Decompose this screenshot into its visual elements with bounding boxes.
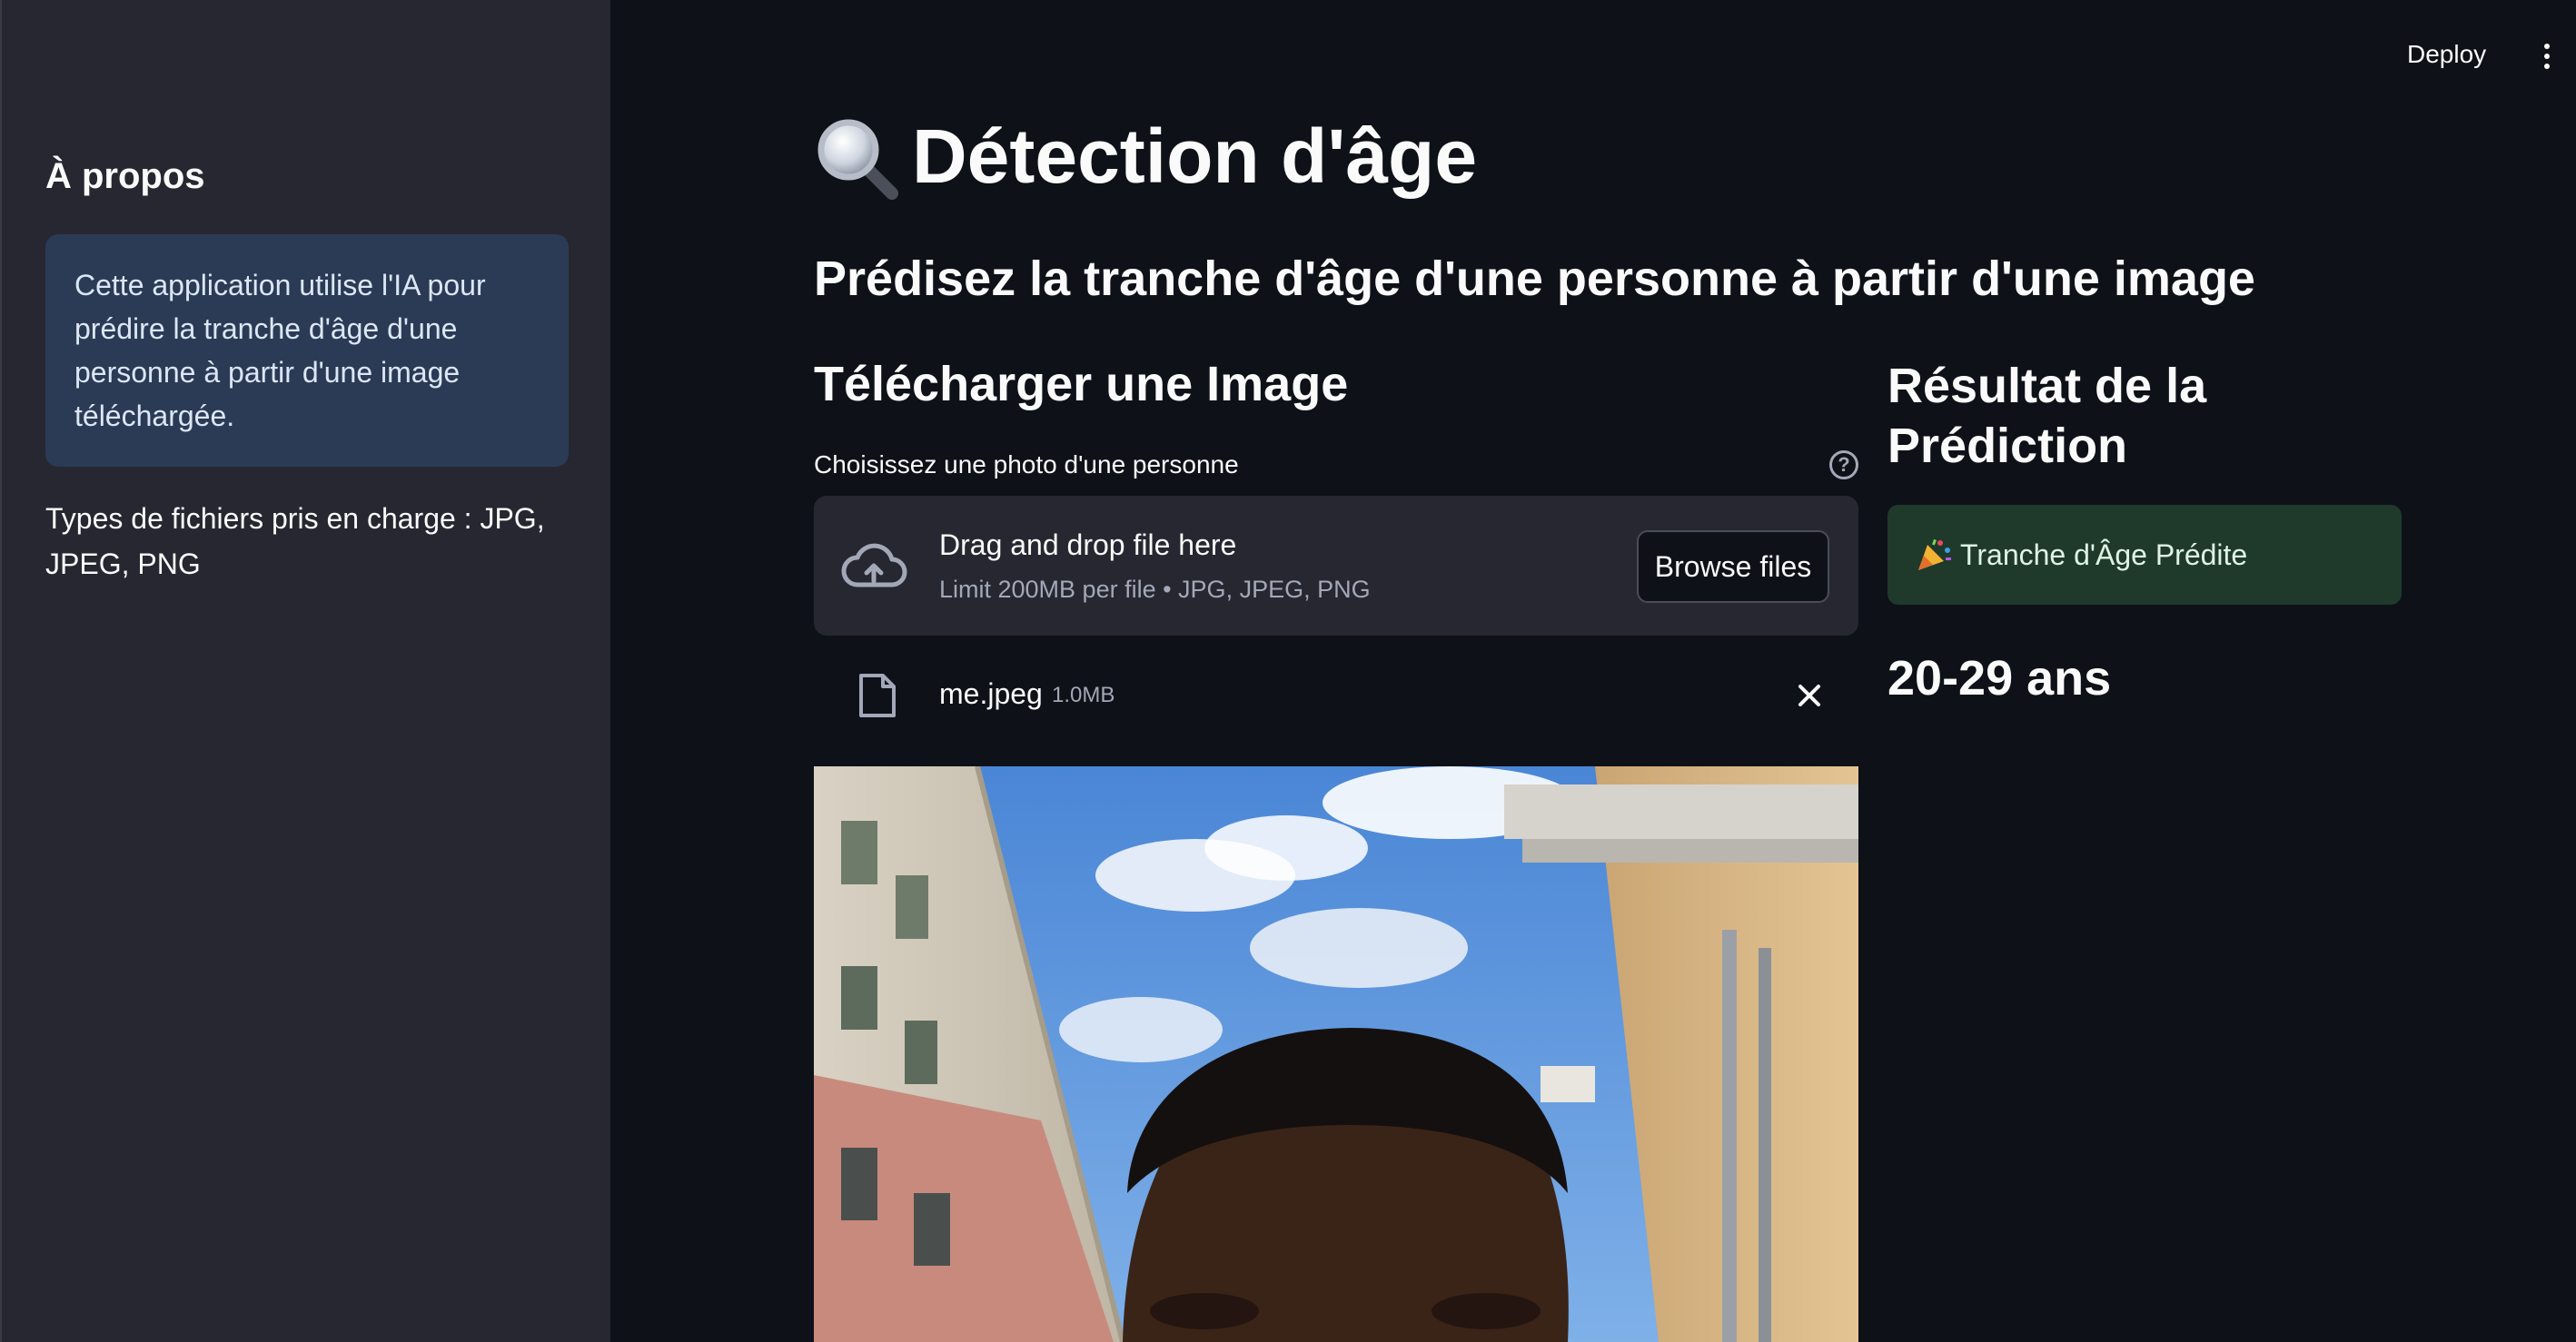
browse-files-button[interactable]: Browse files xyxy=(1637,530,1829,603)
app-window: À propos Cette application utilise l'IA … xyxy=(0,0,2576,1342)
prediction-success-box: Tranche d'Âge Prédite xyxy=(1887,505,2402,605)
page-title: Détection d'âge xyxy=(812,113,1477,201)
page-title-text: Détection d'âge xyxy=(912,113,1478,199)
result-heading: Résultat de la Prédiction xyxy=(1887,359,2207,473)
party-popper-icon xyxy=(1918,538,1951,570)
uploaded-photo xyxy=(814,766,1858,1342)
deploy-button[interactable]: Deploy xyxy=(2407,40,2486,69)
kebab-menu-icon[interactable] xyxy=(2534,38,2560,74)
supported-file-types: Types de fichiers pris en charge : JPG, … xyxy=(45,502,545,580)
file-name: me.jpeg xyxy=(939,677,1043,710)
uploaded-file-row: me.jpeg 1.0MB xyxy=(814,654,1858,737)
magnifying-glass-icon xyxy=(817,119,898,200)
dropzone-limit: Limit 200MB per file • JPG, JPEG, PNG xyxy=(939,576,1371,603)
sidebar-heading: À propos xyxy=(45,156,205,196)
info-box: Cette application utilise l'IA pour préd… xyxy=(45,234,569,467)
page-subtitle: Prédisez la tranche d'âge d'une personne… xyxy=(814,252,2255,306)
upload-label: Choisissez une photo d'une personne xyxy=(814,450,1239,479)
cloud-upload-icon xyxy=(841,543,907,587)
predicted-age-range: 20-29 ans xyxy=(1887,651,2112,706)
sidebar: À propos Cette application utilise l'IA … xyxy=(0,0,610,1342)
file-dropzone[interactable]: Drag and drop file here Limit 200MB per … xyxy=(814,496,1858,636)
upload-heading: Télécharger une Image xyxy=(814,357,1349,411)
file-icon xyxy=(859,674,896,717)
help-icon[interactable]: ? xyxy=(1829,450,1858,479)
success-label: Tranche d'Âge Prédite xyxy=(1960,538,2248,571)
file-size: 1.0MB xyxy=(1052,683,1115,707)
dropzone-title: Drag and drop file here xyxy=(939,528,1237,561)
close-icon[interactable] xyxy=(1791,677,1828,714)
